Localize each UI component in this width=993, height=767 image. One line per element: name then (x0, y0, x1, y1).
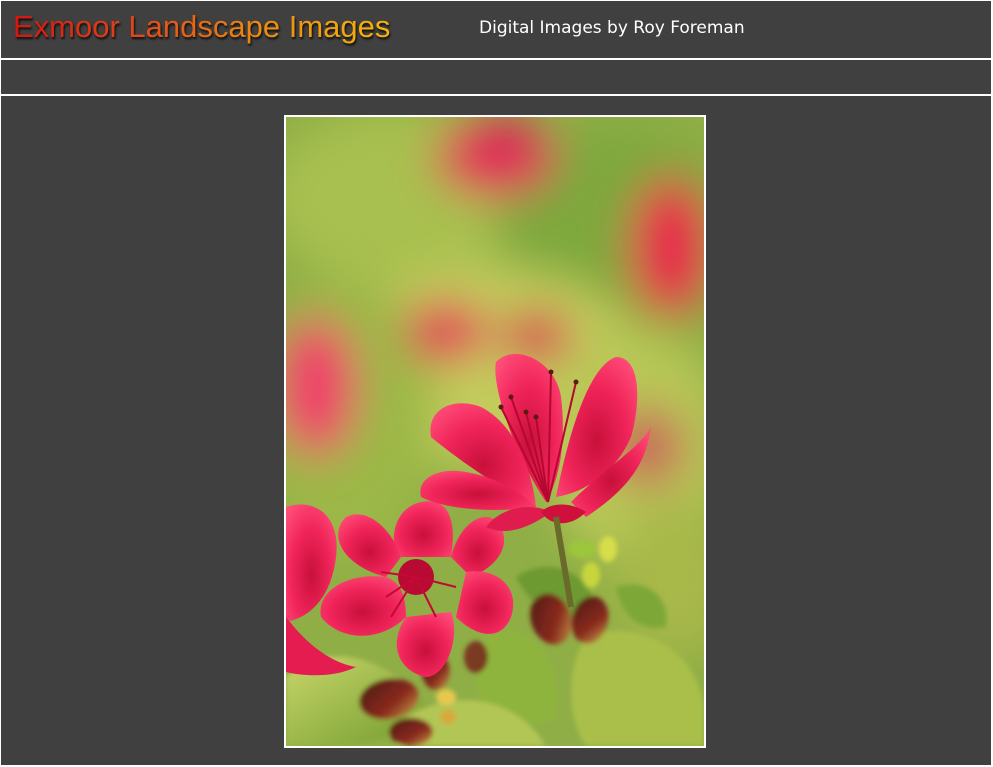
site-header: Exmoor Landscape Images Digital Images b… (1, 1, 991, 58)
site-subtitle: Digital Images by Roy Foreman (479, 18, 745, 38)
nav-bar (1, 60, 991, 94)
featured-photo[interactable] (284, 115, 706, 748)
nav-divider (1, 94, 991, 96)
site-title[interactable]: Exmoor Landscape Images (13, 8, 390, 46)
azalea-photo-image (286, 117, 704, 746)
page-frame: Exmoor Landscape Images Digital Images b… (1, 1, 991, 765)
